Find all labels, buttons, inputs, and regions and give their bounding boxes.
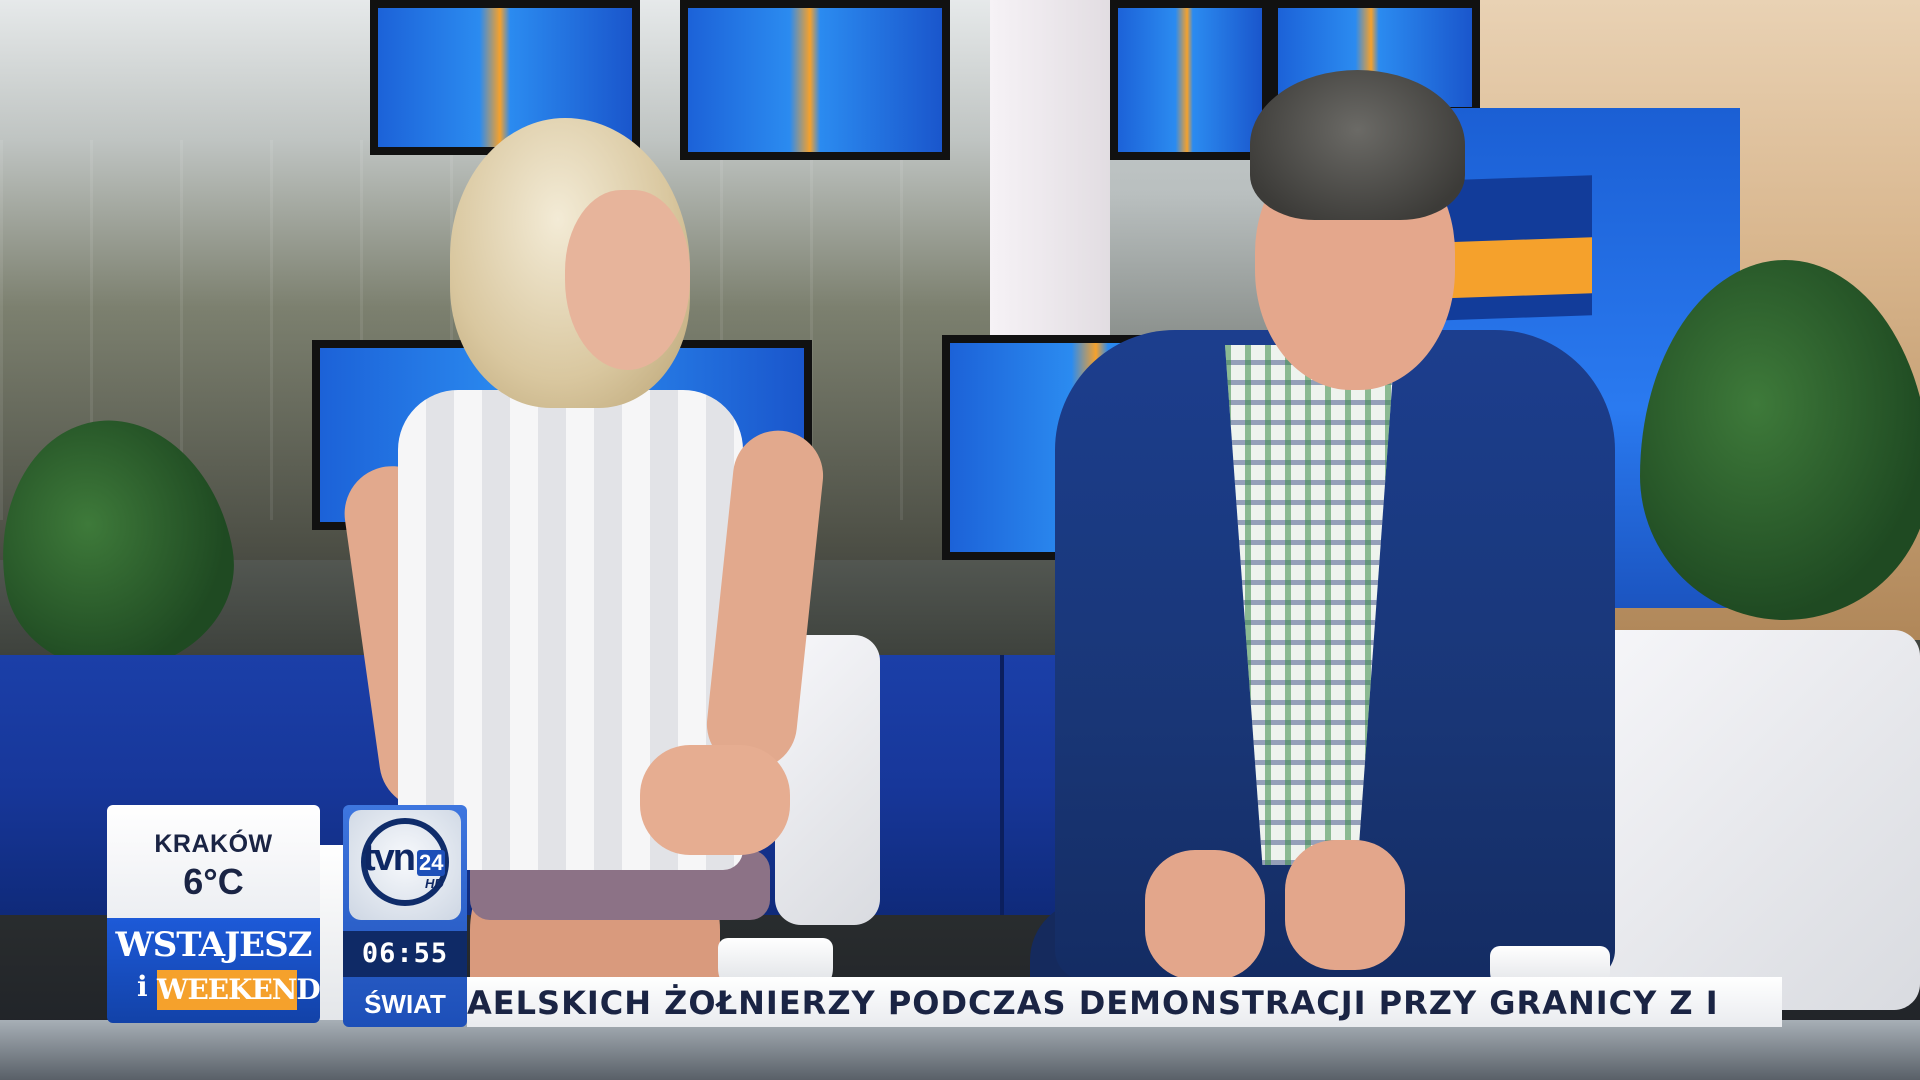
weather-city: KRAKÓW bbox=[154, 830, 273, 858]
news-ticker: AELSKICH ŻOŁNIERZY PODCZAS DEMONSTRACJI … bbox=[467, 977, 1782, 1027]
channel-number: 24 bbox=[417, 850, 446, 876]
studio-monitor bbox=[1110, 0, 1270, 160]
channel-bug: tvn 24 HD 06:55 ŚWIAT bbox=[343, 805, 467, 1027]
glass-table bbox=[0, 1020, 1920, 1080]
channel-hd-badge: HD bbox=[425, 876, 444, 891]
weather-temperature: 6°C bbox=[183, 861, 244, 902]
show-logo: WSTAJESZ i WEEKEND bbox=[107, 918, 320, 1023]
presenter-woman-face bbox=[565, 190, 690, 370]
studio-monitor bbox=[680, 0, 950, 160]
ticker-text: AELSKICH ŻOŁNIERZY PODCZAS DEMONSTRACJI … bbox=[467, 984, 1719, 1022]
show-title-i: i bbox=[137, 970, 148, 1003]
sofa-seam bbox=[1000, 655, 1004, 915]
show-title: WSTAJESZ bbox=[115, 925, 313, 965]
white-pillow bbox=[1565, 630, 1920, 1010]
channel-logo: tvn 24 HD bbox=[349, 810, 461, 920]
guest-man-hand bbox=[1145, 850, 1265, 980]
studio-pillar bbox=[990, 0, 1110, 340]
guest-man-hand bbox=[1285, 840, 1405, 970]
presenter-woman-hands bbox=[640, 745, 790, 855]
weather-panel: KRAKÓW 6°C bbox=[107, 805, 320, 918]
guest-man-hair bbox=[1250, 70, 1465, 220]
clock: 06:55 bbox=[343, 931, 467, 977]
show-subtitle: WEEKEND bbox=[157, 970, 320, 1010]
channel-name: tvn bbox=[363, 837, 416, 879]
news-section-label: ŚWIAT bbox=[364, 989, 446, 1019]
